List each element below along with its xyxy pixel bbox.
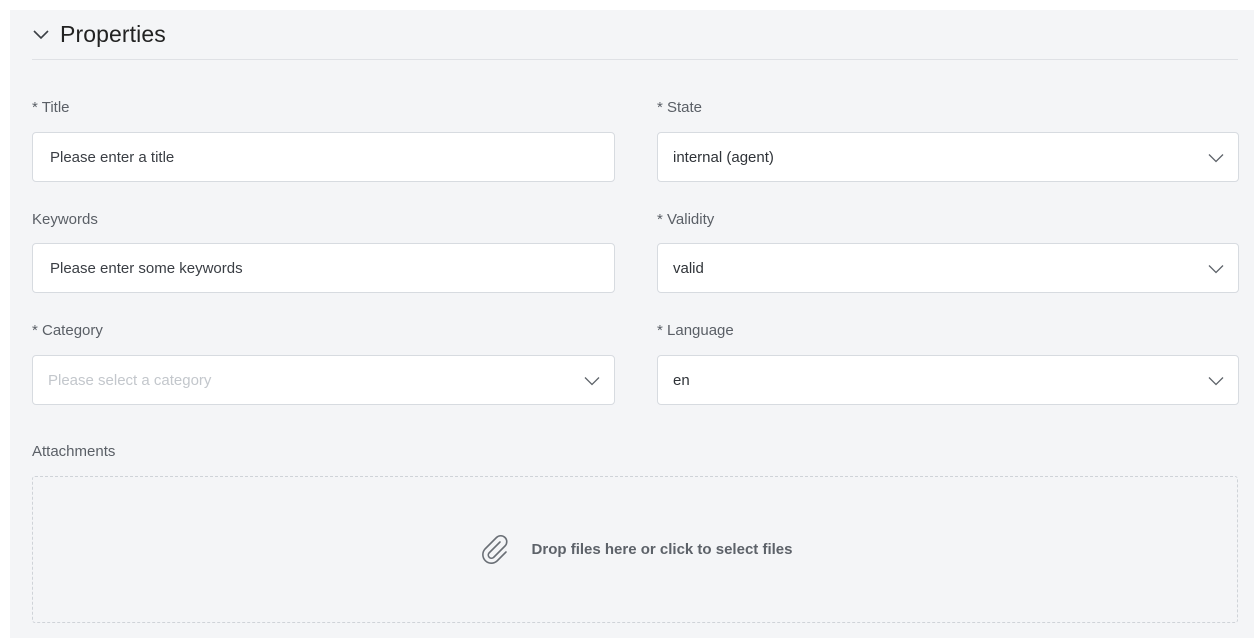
validity-select[interactable]: valid	[657, 243, 1239, 293]
section-title: Properties	[60, 21, 166, 47]
language-label: * Language	[657, 322, 734, 339]
category-label: * Category	[32, 322, 103, 339]
state-select[interactable]: internal (agent)	[657, 132, 1239, 182]
section-header[interactable]: Properties	[32, 10, 1238, 60]
validity-value: valid	[673, 259, 704, 277]
title-input[interactable]	[48, 147, 614, 167]
chevron-down-icon	[1208, 265, 1224, 274]
title-label: * Title	[32, 99, 70, 116]
properties-panel: Properties * Title * State internal (age…	[10, 10, 1254, 638]
dropzone-text: Drop files here or click to select files	[531, 541, 793, 558]
keywords-label: Keywords	[32, 211, 98, 228]
chevron-down-icon[interactable]	[32, 26, 50, 44]
attachments-dropzone[interactable]: Drop files here or click to select files	[32, 476, 1238, 623]
validity-label: * Validity	[657, 211, 715, 228]
state-value: internal (agent)	[673, 148, 774, 166]
category-placeholder: Please select a category	[48, 371, 212, 389]
title-field[interactable]	[32, 132, 615, 182]
language-value: en	[673, 371, 690, 389]
keywords-field[interactable]	[32, 243, 615, 293]
paperclip-icon	[481, 534, 508, 564]
attachments-label: Attachments	[32, 443, 116, 460]
category-select[interactable]: Please select a category	[32, 355, 615, 405]
chevron-down-icon	[584, 377, 600, 386]
keywords-input[interactable]	[48, 258, 614, 278]
chevron-down-icon	[1208, 377, 1224, 386]
language-select[interactable]: en	[657, 355, 1239, 405]
state-label: * State	[657, 99, 703, 116]
chevron-down-icon	[1208, 154, 1224, 163]
